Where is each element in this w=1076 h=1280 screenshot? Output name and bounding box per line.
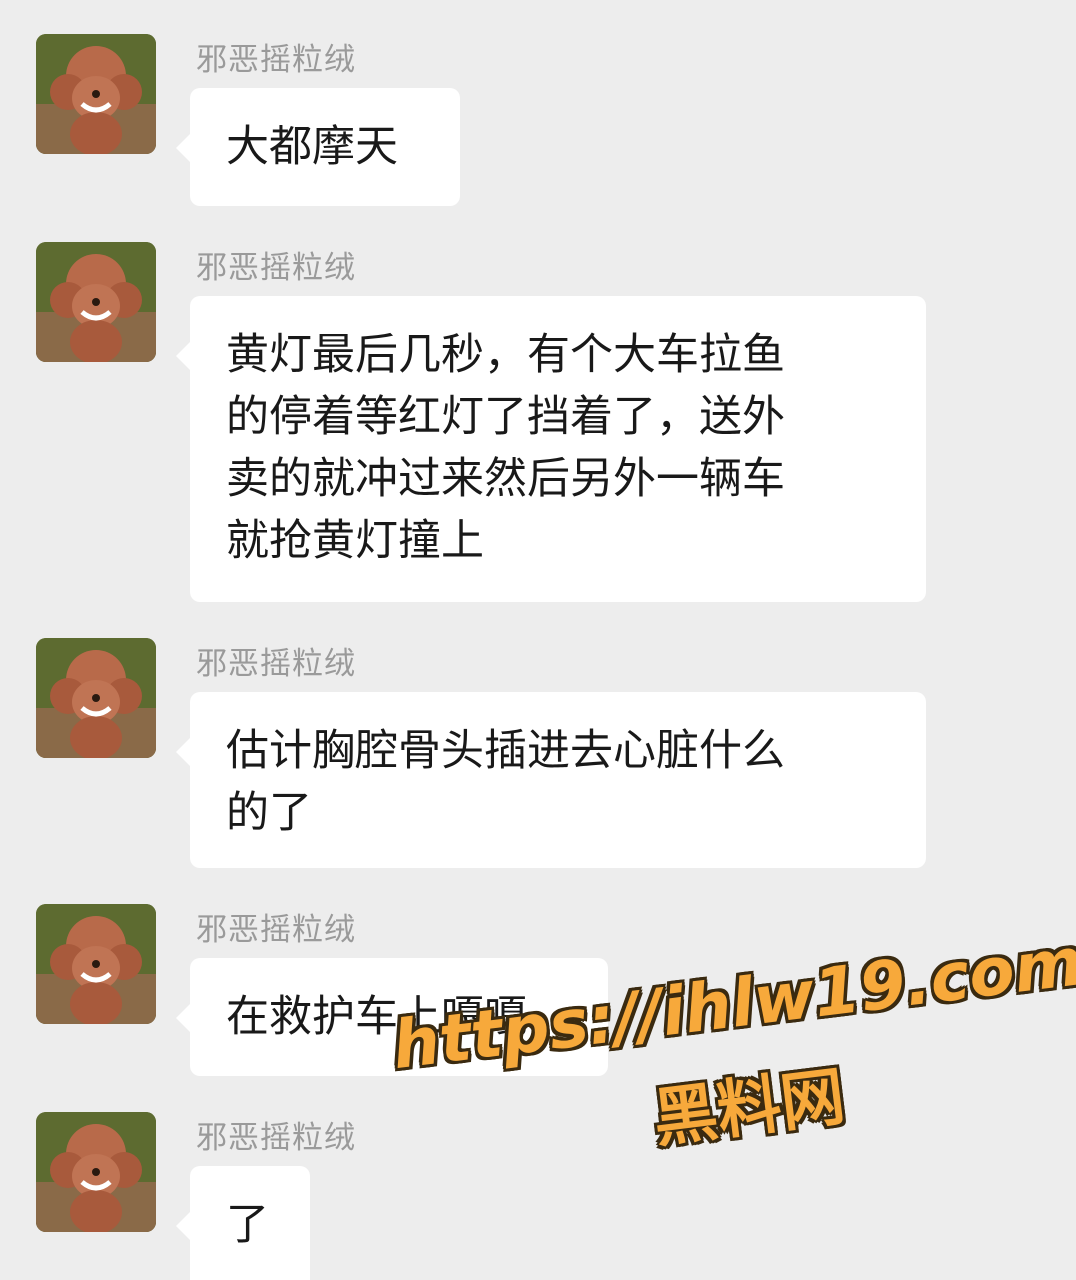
message-bubble[interactable]: 估计胸腔骨头插进去心脏什么 的了 — [176, 692, 926, 868]
message-text: 的停着等红灯了挡着了，送外 — [226, 392, 785, 442]
sender-name: 邪恶摇粒绒 — [196, 646, 356, 682]
sender-name: 邪恶摇粒绒 — [196, 912, 356, 948]
message-text: 卖的就冲过来然后另外一辆车 — [226, 454, 785, 504]
poodle-avatar-icon[interactable] — [36, 638, 156, 758]
message-bubble[interactable]: 了 — [176, 1166, 310, 1280]
message-text: 的了 — [226, 788, 312, 838]
message-text: 估计胸腔骨头插进去心脏什么 — [226, 726, 785, 776]
message-bubble[interactable]: 黄灯最后几秒，有个大车拉鱼 的停着等红灯了挡着了，送外 卖的就冲过来然后另外一辆… — [176, 296, 926, 602]
message-bubble[interactable]: 大都摩天 — [176, 88, 460, 206]
message-text: 了 — [226, 1200, 269, 1250]
message-text: 大都摩天 — [226, 122, 398, 172]
poodle-avatar-icon[interactable] — [36, 904, 156, 1024]
sender-name: 邪恶摇粒绒 — [196, 1120, 356, 1156]
poodle-avatar-icon[interactable] — [36, 242, 156, 362]
poodle-avatar-icon[interactable] — [36, 1112, 156, 1232]
message-text: 黄灯最后几秒，有个大车拉鱼 — [226, 330, 785, 380]
sender-name: 邪恶摇粒绒 — [196, 250, 356, 286]
watermark-name: 黑料网 — [649, 1060, 849, 1157]
poodle-avatar-icon[interactable] — [36, 34, 156, 154]
message-text: 就抢黄灯撞上 — [226, 516, 484, 566]
sender-name: 邪恶摇粒绒 — [196, 42, 356, 78]
